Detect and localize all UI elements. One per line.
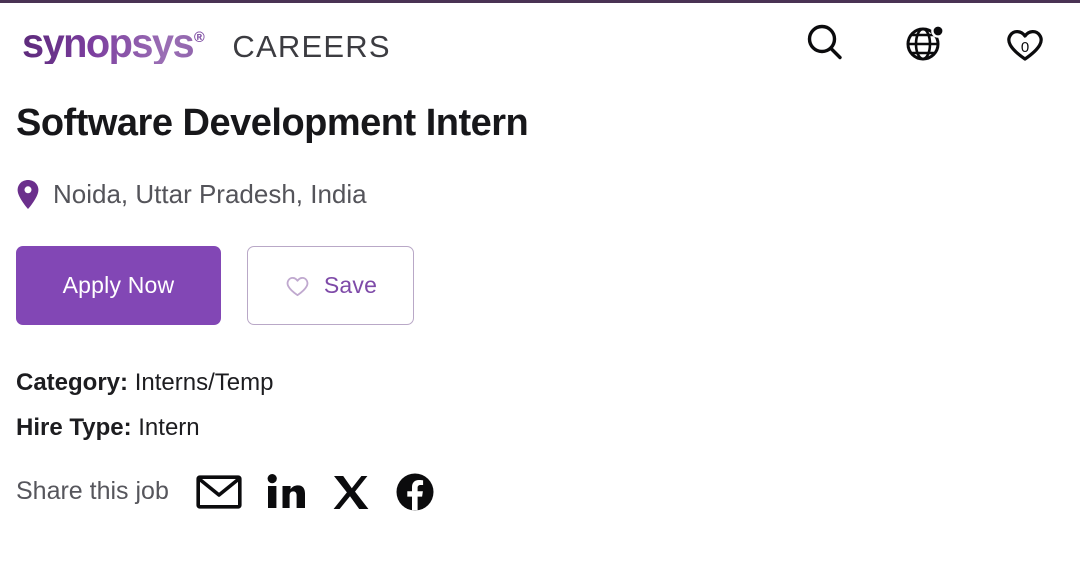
job-action-buttons: Apply Now Save <box>16 245 1064 325</box>
category-label: Category: <box>16 368 129 396</box>
share-email-button[interactable] <box>196 474 242 510</box>
synopsys-logo-text: synopsys <box>22 19 194 66</box>
job-location-text: Noida, Uttar Pradesh, India <box>53 179 367 210</box>
page-title: Software Development Intern <box>16 102 529 144</box>
language-globe-button[interactable] <box>902 20 948 66</box>
search-button[interactable] <box>802 20 848 66</box>
job-meta: Category: Interns/Temp Hire Type: Intern <box>16 368 1064 441</box>
globe-dot-badge <box>931 24 945 38</box>
category-value: Interns/Temp <box>134 368 274 396</box>
saved-jobs-button[interactable]: 0 <box>1002 20 1048 66</box>
share-icon-list <box>196 472 435 512</box>
job-meta-row: Hire Type: Intern <box>16 413 1064 441</box>
job-location: Noida, Uttar Pradesh, India <box>16 179 1064 210</box>
hire-type-label: Hire Type: <box>16 413 132 441</box>
share-x-button[interactable] <box>330 473 372 511</box>
facebook-icon <box>396 473 434 511</box>
apply-now-button[interactable]: Apply Now <box>16 245 221 325</box>
job-content: Software Development Intern Noida, Uttar… <box>0 83 1080 512</box>
header-actions: 0 <box>802 20 1058 66</box>
site-header: synopsys® CAREERS 0 <box>0 3 1080 83</box>
map-pin-icon <box>17 179 39 209</box>
share-linkedin-button[interactable] <box>265 473 307 511</box>
email-icon <box>196 475 242 509</box>
search-icon <box>807 24 842 60</box>
job-posting-page: synopsys® CAREERS 0 Software Development… <box>0 0 1080 581</box>
linkedin-icon <box>267 473 305 508</box>
globe-icon <box>906 24 945 61</box>
share-section: Share this job <box>16 472 1064 512</box>
share-label: Share this job <box>16 477 169 506</box>
heart-outline-icon <box>286 276 309 296</box>
save-job-label: Save <box>323 271 378 298</box>
registered-trademark-icon: ® <box>194 28 205 46</box>
job-meta-row: Category: Interns/Temp <box>16 368 1064 396</box>
saved-jobs-count: 0 <box>1020 39 1030 56</box>
x-twitter-icon <box>333 475 369 509</box>
hire-type-value: Intern <box>138 413 200 441</box>
brand-lockup[interactable]: synopsys® CAREERS <box>22 23 391 64</box>
share-facebook-button[interactable] <box>395 472 435 512</box>
careers-wordmark: CAREERS <box>232 28 391 64</box>
synopsys-logo[interactable]: synopsys® <box>22 23 205 64</box>
save-job-button[interactable]: Save <box>247 245 414 325</box>
